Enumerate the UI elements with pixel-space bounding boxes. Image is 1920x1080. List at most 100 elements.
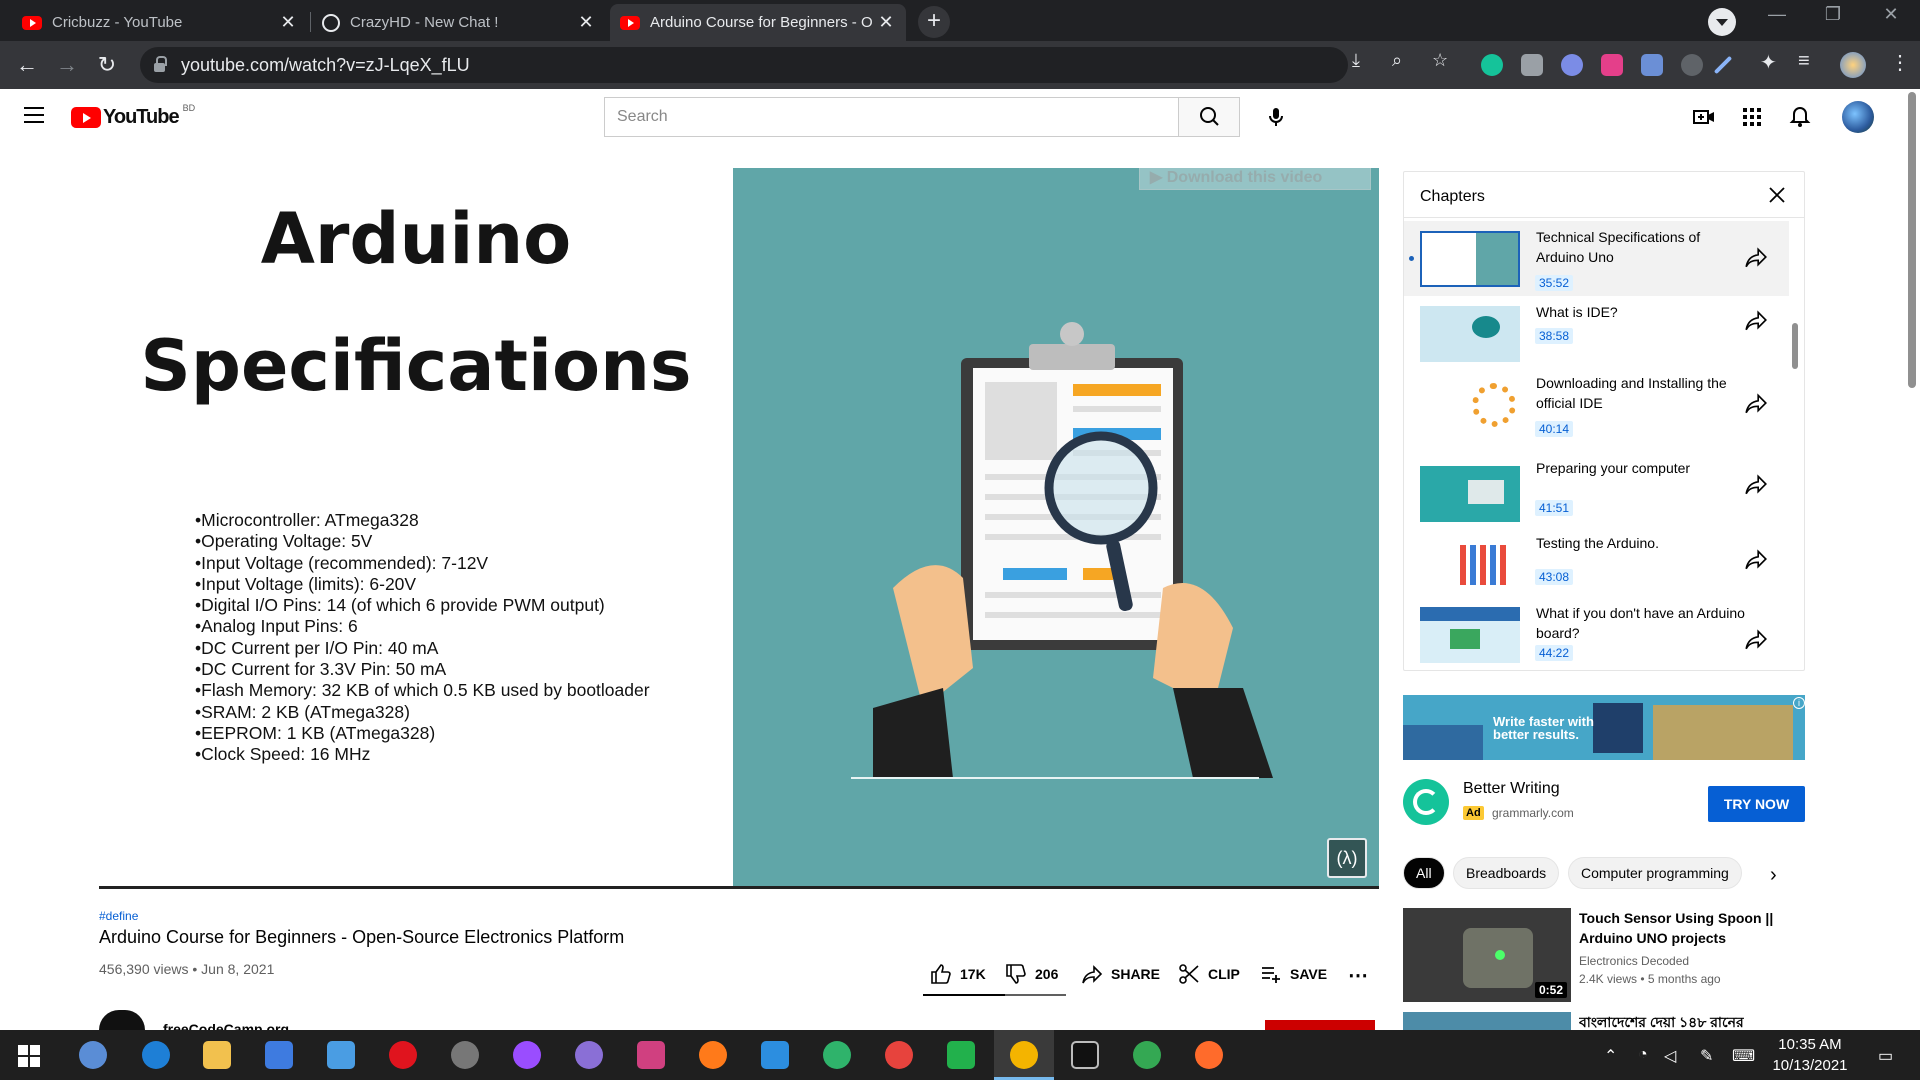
account-avatar[interactable] [1842, 101, 1874, 133]
channel-watermark-logo[interactable]: (λ) [1327, 838, 1367, 878]
video-progress-bar[interactable] [99, 886, 1379, 889]
ad-banner-image[interactable]: Write faster with better results. [1403, 695, 1805, 760]
vscode-taskbar-icon[interactable] [761, 1041, 789, 1069]
store-taskbar-icon[interactable] [265, 1041, 293, 1069]
file-explorer-taskbar-icon[interactable] [203, 1041, 231, 1069]
terminal-taskbar-icon[interactable] [1071, 1041, 1099, 1069]
tab-search-dropdown-icon[interactable] [1708, 8, 1736, 36]
chapter-timestamp[interactable]: 43:08 [1535, 569, 1574, 585]
video-player[interactable]: Arduino Specifications •Microcontroller:… [99, 168, 1379, 888]
share-button[interactable]: SHARE [1081, 963, 1160, 985]
chapter-item[interactable]: Preparing your computer 41:51 [1404, 452, 1789, 527]
ad-info-icon[interactable]: i [1793, 697, 1805, 709]
chapter-item[interactable]: Testing the Arduino. 43:08 [1404, 527, 1789, 597]
install-app-icon[interactable]: ⤓ [1352, 50, 1360, 71]
chapter-item[interactable]: Downloading and Installing the official … [1404, 367, 1789, 447]
lock-icon[interactable] [154, 55, 167, 72]
hashtag-link[interactable]: #define [99, 909, 138, 923]
chapter-item[interactable]: What is IDE? 38:58 [1404, 296, 1789, 366]
system-clock[interactable]: 10:35 AM 10/13/2021 [1760, 1034, 1860, 1076]
ad-title[interactable]: Better Writing [1463, 780, 1560, 798]
recommendation-thumbnail[interactable] [1403, 1012, 1571, 1030]
profile-avatar[interactable] [1840, 52, 1866, 78]
extension-icon[interactable] [1561, 54, 1583, 76]
qbittorrent-taskbar-icon[interactable] [79, 1041, 107, 1069]
keyboard-icon[interactable]: ⌨ [1732, 1046, 1755, 1066]
recommendation-title[interactable]: বাংলাদেশের দেয়া ১৪৮ রানের [1579, 1011, 1744, 1030]
grammarly-extension-icon[interactable] [1481, 54, 1503, 76]
mail-taskbar-icon[interactable] [327, 1041, 355, 1069]
hamburger-menu-icon[interactable] [24, 107, 44, 123]
apps-grid-icon[interactable] [1740, 105, 1764, 129]
close-tab-icon[interactable]: ✕ [278, 12, 298, 33]
pen-extension-icon[interactable] [1713, 55, 1733, 75]
chevron-up-icon[interactable]: ⌃ [1604, 1046, 1617, 1066]
play-extension-icon[interactable] [1601, 54, 1623, 76]
reload-icon[interactable]: ↻ [93, 51, 121, 79]
chrome-taskbar-icon[interactable] [885, 1041, 913, 1069]
github-taskbar-icon[interactable] [575, 1041, 603, 1069]
save-button[interactable]: SAVE [1260, 963, 1327, 985]
minimize-button[interactable]: — [1752, 4, 1802, 25]
extension-icon[interactable] [1681, 54, 1703, 76]
chapter-item[interactable]: What if you don't have an Arduino board?… [1404, 597, 1789, 670]
bookmark-star-icon[interactable]: ☆ [1432, 50, 1448, 71]
back-arrow-icon[interactable]: ← [13, 51, 41, 79]
windows-start-icon[interactable] [18, 1045, 40, 1067]
inkscape-taskbar-icon[interactable] [451, 1041, 479, 1069]
edge-taskbar-icon[interactable] [823, 1041, 851, 1069]
share-arrow-icon[interactable] [1744, 627, 1768, 651]
notifications-icon[interactable]: ▭ [1878, 1046, 1893, 1066]
chip-computer-programming[interactable]: Computer programming [1568, 857, 1742, 889]
share-arrow-icon[interactable] [1744, 547, 1768, 571]
notifications-bell-icon[interactable] [1788, 105, 1812, 129]
try-now-button[interactable]: TRY NOW [1708, 786, 1805, 822]
youtube-logo[interactable]: YouTube BD [71, 103, 195, 129]
edge-legacy-taskbar-icon[interactable] [142, 1041, 170, 1069]
grammarly-logo[interactable] [1403, 779, 1449, 825]
share-arrow-icon[interactable] [1744, 472, 1768, 496]
chapter-item[interactable]: Technical Specifications of Arduino Uno … [1404, 221, 1789, 296]
share-arrow-icon[interactable] [1744, 245, 1768, 269]
close-tab-icon[interactable]: ✕ [576, 12, 596, 33]
channel-name[interactable]: freeCodeCamp.org [163, 1021, 289, 1030]
close-window-button[interactable]: ✕ [1866, 4, 1916, 25]
volume-icon[interactable]: ◁ [1664, 1046, 1676, 1066]
recommendation-channel[interactable]: Electronics Decoded [1579, 954, 1689, 968]
tab-crazyhd[interactable]: CrazyHD - New Chat ! ✕ [312, 4, 606, 41]
new-tab-button[interactable]: + [918, 6, 950, 38]
close-icon[interactable] [1766, 184, 1788, 206]
share-arrow-icon[interactable] [1744, 308, 1768, 332]
page-scrollbar[interactable] [1908, 92, 1916, 388]
chapter-timestamp[interactable]: 35:52 [1535, 275, 1574, 291]
chrome-active-taskbar-slot[interactable] [994, 1030, 1054, 1080]
recommendation-thumbnail[interactable]: 0:52 [1403, 908, 1571, 1002]
share-arrow-icon[interactable] [1744, 391, 1768, 415]
chapter-timestamp[interactable]: 44:22 [1535, 645, 1574, 661]
more-actions-button[interactable]: ⋯ [1348, 963, 1368, 988]
zoom-icon[interactable]: ⌕ [1392, 50, 1402, 71]
tab-cricbuzz[interactable]: Cricbuzz - YouTube ✕ [12, 4, 308, 41]
download-video-overlay[interactable]: ▶ Download this video [1139, 168, 1371, 190]
chapter-timestamp[interactable]: 40:14 [1535, 421, 1574, 437]
messenger-taskbar-icon[interactable] [513, 1041, 541, 1069]
opera-taskbar-icon[interactable] [389, 1041, 417, 1069]
firefox-taskbar-icon[interactable] [699, 1041, 727, 1069]
media-queue-icon[interactable]: ≡ [1798, 50, 1810, 73]
search-input[interactable]: Search [604, 97, 1178, 137]
puzzle-extensions-icon[interactable]: ✦ [1760, 50, 1777, 75]
like-button[interactable]: 17K [930, 963, 986, 985]
app-taskbar-icon[interactable] [1195, 1041, 1223, 1069]
pycharm-taskbar-icon[interactable] [947, 1041, 975, 1069]
paint-taskbar-icon[interactable] [637, 1041, 665, 1069]
address-bar[interactable]: youtube.com/watch?v=zJ-LqeX_fLU [140, 47, 1348, 83]
tab-arduino-course[interactable]: Arduino Course for Beginners - O ✕ [610, 4, 906, 41]
channel-avatar[interactable] [99, 1010, 145, 1030]
camera-extension-icon[interactable] [1521, 54, 1543, 76]
search-button[interactable] [1178, 97, 1240, 137]
pen-icon[interactable]: ✎ [1700, 1046, 1713, 1066]
chapter-timestamp[interactable]: 38:58 [1535, 328, 1574, 344]
subscribe-button[interactable] [1265, 1020, 1375, 1030]
chip-all[interactable]: All [1403, 857, 1445, 889]
chip-breadboards[interactable]: Breadboards [1453, 857, 1560, 889]
